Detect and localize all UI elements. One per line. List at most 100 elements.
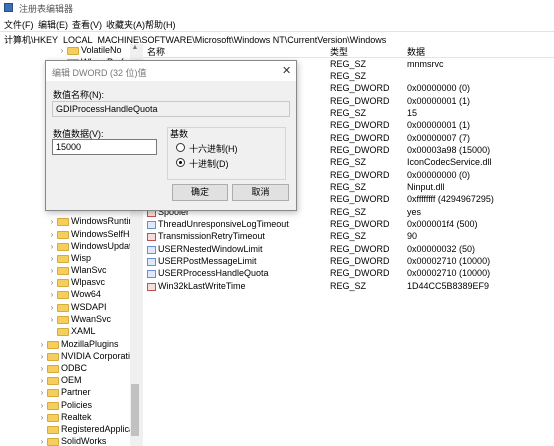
expand-arrow-icon[interactable]: › (38, 413, 46, 422)
tree-item[interactable]: › MozillaPlugins (0, 339, 130, 351)
value-name: USERNestedWindowLimit (158, 244, 263, 254)
decimal-radio[interactable] (176, 158, 185, 167)
tree-item-label: ODBC (61, 363, 88, 373)
tree-item[interactable]: › SolidWorks (0, 436, 130, 446)
expand-arrow-icon[interactable]: › (38, 376, 46, 385)
tree-item[interactable]: XAML (0, 326, 130, 338)
value-row[interactable]: USERNestedWindowLimit REG_DWORD 0x00000032… (143, 244, 554, 256)
value-name: Win32kLastWriteTime (158, 281, 246, 291)
value-type: REG_DWORD (330, 145, 390, 155)
expand-arrow-icon[interactable]: › (48, 230, 56, 239)
value-data: 0xffffffff (4294967295) (407, 194, 494, 204)
tree-item[interactable]: › WindowsUpdate (0, 241, 137, 253)
menu-file[interactable]: 文件(F) (4, 18, 34, 31)
value-data: 0x00000001 (1) (407, 120, 471, 130)
tree-item[interactable]: › WindowsRuntim (0, 216, 136, 228)
tree-item-label: Wlpasvc (71, 277, 106, 287)
menu-view[interactable]: 查看(V) (72, 18, 102, 31)
expand-arrow-icon[interactable]: › (48, 290, 56, 299)
tree-item[interactable]: › Partner (0, 387, 130, 399)
value-type: REG_DWORD (330, 170, 390, 180)
expand-arrow-icon[interactable]: › (38, 388, 46, 397)
dialog-title-bar: 编辑 DWORD (32 位)值 ✕ (46, 61, 296, 81)
folder-icon (47, 377, 59, 385)
ok-button[interactable]: 确定 (172, 184, 228, 201)
expand-arrow-icon[interactable]: › (38, 437, 46, 446)
expand-arrow-icon[interactable]: › (58, 46, 66, 55)
expand-arrow-icon[interactable]: › (48, 217, 56, 226)
value-data: 0x00002710 (10000) (407, 256, 491, 266)
tree-item[interactable]: › WwanSvc (0, 314, 130, 326)
tree-item[interactable]: › Wow64 (0, 289, 130, 301)
value-data: mnmsrvc (407, 59, 444, 69)
value-row[interactable]: USERProcessHandleQuota REG_DWORD 0x0000271… (143, 268, 554, 280)
expand-arrow-icon[interactable]: › (48, 266, 56, 275)
folder-icon (47, 426, 59, 434)
expand-arrow-icon[interactable]: › (48, 303, 56, 312)
binary-value-icon (147, 246, 156, 254)
expand-arrow-icon[interactable]: › (48, 242, 56, 251)
folder-icon (57, 304, 69, 312)
value-name: USERPostMessageLimit (158, 256, 257, 266)
expand-arrow-icon[interactable]: › (38, 340, 46, 349)
value-data: 90 (407, 231, 418, 241)
value-row[interactable]: TransmissionRetryTimeout REG_SZ 90 (143, 231, 554, 243)
tree-item[interactable]: › Wisp (0, 253, 130, 265)
registry-app-icon (4, 3, 13, 12)
tree-item[interactable]: › Realtek (0, 412, 130, 424)
value-data-field[interactable]: 15000 (52, 139, 157, 155)
value-data: 0x000001f4 (500) (407, 219, 478, 229)
tree-item-label: NVIDIA Corporatio (61, 351, 136, 361)
decimal-label[interactable]: 十进制(D) (189, 157, 229, 170)
values-header: 名称 类型 数据 (143, 44, 554, 58)
cancel-button[interactable]: 取消 (232, 184, 289, 201)
column-data[interactable]: 数据 (407, 45, 425, 58)
menu-help[interactable]: 帮助(H) (145, 18, 176, 31)
tree-item[interactable]: › WlanSvc (0, 265, 130, 277)
value-type: REG_DWORD (330, 244, 390, 254)
value-row[interactable]: USERPostMessageLimit REG_DWORD 0x00002710 … (143, 256, 554, 268)
hex-label[interactable]: 十六进制(H) (189, 142, 238, 155)
menu-favorites[interactable]: 收藏夹(A) (106, 18, 145, 31)
folder-icon (57, 255, 69, 263)
expand-arrow-icon[interactable]: › (38, 364, 46, 373)
hex-radio[interactable] (176, 143, 185, 152)
column-type[interactable]: 类型 (330, 45, 348, 58)
folder-icon (57, 291, 69, 299)
value-name: USERProcessHandleQuota (158, 268, 269, 278)
tree-item[interactable]: › WSDAPI (0, 302, 130, 314)
dialog-title: 编辑 DWORD (32 位)值 (52, 68, 147, 78)
value-type: REG_SZ (330, 231, 367, 241)
folder-icon (57, 316, 69, 324)
tree-item[interactable]: › Wlpasvc (0, 277, 130, 289)
tree-item-label: Partner (61, 387, 91, 397)
value-row[interactable]: ThreadUnresponsiveLogTimeout REG_DWORD 0x0… (143, 219, 554, 231)
close-icon[interactable]: ✕ (282, 64, 291, 77)
tree-item[interactable]: › VolatileNo (0, 45, 130, 57)
tree-item[interactable]: › ODBC (0, 363, 130, 375)
value-name-field: GDIProcessHandleQuota (52, 101, 290, 117)
expand-arrow-icon[interactable]: › (48, 278, 56, 287)
expand-arrow-icon[interactable]: › (38, 352, 46, 361)
value-data: 0x00002710 (10000) (407, 268, 491, 278)
scrollbar-thumb[interactable] (131, 384, 139, 436)
folder-icon (47, 402, 59, 410)
scroll-up-arrow-icon[interactable]: ▲ (130, 44, 140, 54)
value-name: ThreadUnresponsiveLogTimeout (158, 219, 289, 229)
binary-value-icon (147, 221, 156, 229)
tree-item-label: VolatileNo (81, 45, 122, 55)
menu-edit[interactable]: 编辑(E) (38, 18, 68, 31)
expand-arrow-icon[interactable]: › (48, 254, 56, 263)
tree-item[interactable]: › Policies (0, 400, 130, 412)
column-name[interactable]: 名称 (147, 45, 165, 58)
tree-item[interactable]: › OEM (0, 375, 130, 387)
expand-arrow-icon[interactable]: › (38, 401, 46, 410)
value-row[interactable]: Win32kLastWriteTime REG_SZ 1D44CC5B8389EF9 (143, 281, 554, 293)
tree-item[interactable]: RegisteredApplica (0, 424, 134, 436)
expand-arrow-icon[interactable]: › (48, 315, 56, 324)
value-type: REG_DWORD (330, 96, 390, 106)
tree-item[interactable]: › WindowsSelfHo (0, 229, 135, 241)
string-value-icon (147, 283, 156, 291)
tree-item[interactable]: › NVIDIA Corporatio (0, 351, 135, 363)
tree-item-label: Wisp (71, 253, 91, 263)
